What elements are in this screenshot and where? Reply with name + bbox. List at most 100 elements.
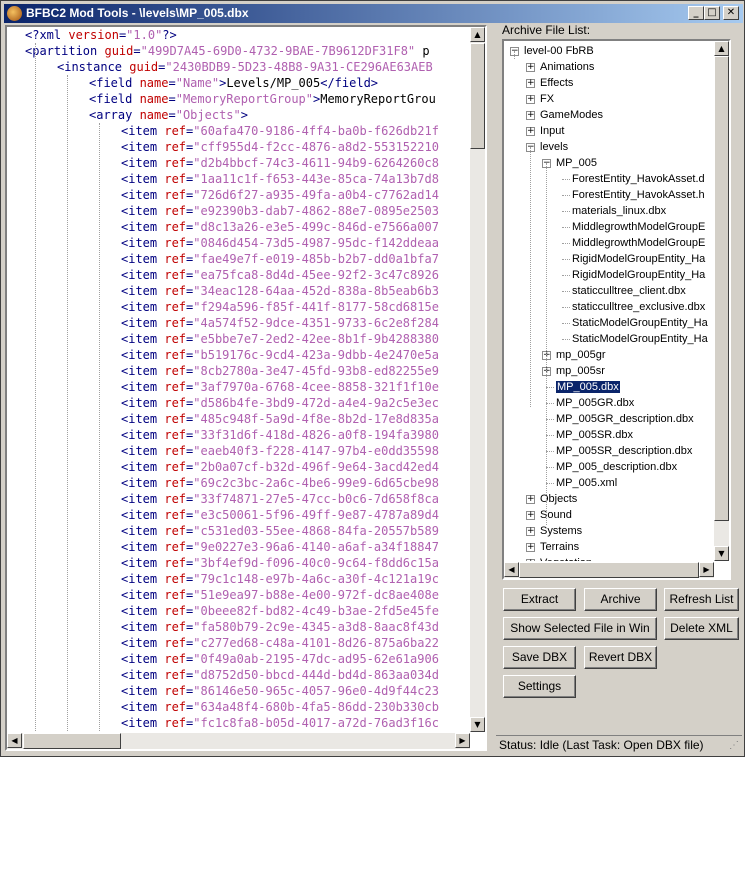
- tree-horizontal-scrollbar[interactable]: ◀ ▶: [504, 562, 714, 578]
- tree-node[interactable]: Effects: [540, 75, 573, 91]
- tree-vertical-scrollbar[interactable]: ▲ ▼: [714, 41, 729, 561]
- tree-node[interactable]: Sound: [540, 507, 572, 523]
- tree-connector: [546, 419, 554, 420]
- code-line: <item ref="69c2c3bc-2a6c-4be6-99e9-6d65c…: [121, 475, 439, 491]
- code-token: ref: [164, 396, 187, 410]
- expand-icon[interactable]: +: [526, 527, 535, 536]
- tree-node[interactable]: MP_005: [556, 155, 597, 171]
- tree-node[interactable]: MP_005GR.dbx: [556, 395, 634, 411]
- revert-dbx-button[interactable]: Revert DBX: [584, 646, 657, 669]
- tree-node[interactable]: Systems: [540, 523, 582, 539]
- tree-node[interactable]: MP_005SR_description.dbx: [556, 443, 692, 459]
- code-line: <item ref="485c948f-5a9d-4f8e-8b2d-17e8d…: [121, 411, 439, 427]
- expand-icon[interactable]: +: [526, 111, 535, 120]
- tree-scroll-up-icon[interactable]: ▲: [714, 41, 729, 56]
- archive-tree[interactable]: − level-00 FbRB + Animations + Effects + FX + Gam…: [502, 39, 731, 580]
- tree-node[interactable]: FX: [540, 91, 554, 107]
- expand-icon[interactable]: +: [526, 127, 535, 136]
- editor-horizontal-scrollbar[interactable]: ◀ ▶: [7, 733, 470, 749]
- code-token: ref: [164, 492, 187, 506]
- code-token: "499D7A45-69D0-4732-9BAE-7B9612DF31F8": [140, 44, 416, 58]
- code-token: "fc1c8fa8-b05d-4017-a72d-76ad3f16c: [193, 716, 439, 730]
- app-icon: [7, 6, 22, 21]
- tree-node[interactable]: RigidModelGroupEntity_Ha: [572, 267, 705, 283]
- tree-node[interactable]: MP_005_description.dbx: [556, 459, 677, 475]
- code-token: "33f74871-27e5-47cc-b0c6-7d658f8ca: [193, 492, 439, 506]
- tree-node[interactable]: Animations: [540, 59, 594, 75]
- code-token: "3af7970a-6768-4cee-8858-321f1f10e: [193, 380, 439, 394]
- maximize-button[interactable]: □: [704, 6, 720, 20]
- title-bar[interactable]: BFBC2 Mod Tools - \levels\MP_005.dbx _ □…: [4, 4, 743, 23]
- editor-vertical-scrollbar[interactable]: ▲ ▼: [470, 27, 485, 732]
- expand-icon[interactable]: +: [526, 95, 535, 104]
- tree-node[interactable]: MP_005SR.dbx: [556, 427, 633, 443]
- editor-vscroll-thumb[interactable]: [470, 43, 485, 149]
- code-token: <item: [121, 636, 165, 650]
- resize-grip-icon[interactable]: ⋰: [729, 736, 739, 755]
- expand-icon[interactable]: +: [526, 543, 535, 552]
- xml-code-area[interactable]: <?xml version="1.0"?> <partition guid="49…: [7, 27, 470, 732]
- tree-scroll-right-icon[interactable]: ▶: [699, 562, 714, 577]
- tree-node[interactable]: staticculltree_exclusive.dbx: [572, 299, 705, 315]
- code-line: <item ref="33f31d6f-418d-4826-a0f8-194fa…: [121, 427, 439, 443]
- code-token: <item: [121, 652, 165, 666]
- archive-button[interactable]: Archive: [584, 588, 657, 611]
- code-token: <item: [121, 204, 165, 218]
- code-token: <item: [121, 396, 165, 410]
- expand-icon[interactable]: +: [526, 559, 535, 561]
- tree-node[interactable]: staticculltree_client.dbx: [572, 283, 686, 299]
- close-button[interactable]: ✕: [723, 6, 739, 20]
- tree-node[interactable]: Vegetation: [540, 555, 592, 561]
- tree-node[interactable]: MiddlegrowthModelGroupE: [572, 235, 705, 251]
- delete-xml-button[interactable]: Delete XML: [664, 617, 739, 640]
- tree-node-label: StaticModelGroupEntity_Ha: [572, 317, 708, 329]
- tree-node[interactable]: level-00 FbRB: [524, 43, 594, 59]
- tree-node[interactable]: mp_005gr: [556, 347, 606, 363]
- expand-icon[interactable]: +: [526, 79, 535, 88]
- tree-node-label: Sound: [540, 509, 572, 521]
- tree-node[interactable]: ForestEntity_HavokAsset.d: [572, 171, 705, 187]
- refresh-list-button[interactable]: Refresh List: [664, 588, 739, 611]
- tree-node[interactable]: Input: [540, 123, 564, 139]
- tree-node-label: MP_005_description.dbx: [556, 461, 678, 473]
- code-line: <item ref="fae49e7f-e019-485b-b2b7-dd0a1…: [121, 251, 439, 267]
- tree-node-label: MP_005.xml: [556, 477, 618, 489]
- scroll-up-icon[interactable]: ▲: [470, 27, 485, 42]
- tree-node[interactable]: MP_005.dbx: [555, 379, 621, 395]
- expand-icon[interactable]: +: [526, 495, 535, 504]
- tree-node[interactable]: MP_005GR_description.dbx: [556, 411, 694, 427]
- code-token: "Name": [175, 76, 220, 90]
- tree-node[interactable]: ForestEntity_HavokAsset.h: [572, 187, 705, 203]
- tree-node[interactable]: materials_linux.dbx: [572, 203, 666, 219]
- code-line: <item ref="8cb2780a-3e47-45fd-93b8-ed822…: [121, 363, 439, 379]
- expand-icon[interactable]: +: [526, 511, 535, 520]
- tree-vscroll-thumb[interactable]: [714, 56, 729, 521]
- tree-node[interactable]: levels: [540, 139, 568, 155]
- xml-editor[interactable]: <?xml version="1.0"?> <partition guid="49…: [5, 25, 487, 751]
- tree-node-label: staticculltree_client.dbx: [572, 285, 686, 297]
- show-selected-file-button[interactable]: Show Selected File in Win: [503, 617, 657, 640]
- tree-node[interactable]: MP_005.xml: [556, 475, 617, 491]
- tree-node[interactable]: GameModes: [540, 107, 603, 123]
- scroll-down-icon[interactable]: ▼: [470, 717, 485, 732]
- tree-scroll-down-icon[interactable]: ▼: [714, 546, 729, 561]
- expand-icon[interactable]: +: [526, 63, 535, 72]
- editor-hscroll-thumb[interactable]: [23, 733, 121, 749]
- tree-node[interactable]: StaticModelGroupEntity_Ha: [572, 315, 708, 331]
- code-token: ref: [164, 444, 187, 458]
- save-dbx-button[interactable]: Save DBX: [503, 646, 576, 669]
- tree-scroll-left-icon[interactable]: ◀: [504, 562, 519, 577]
- tree-node[interactable]: RigidModelGroupEntity_Ha: [572, 251, 705, 267]
- scroll-left-icon[interactable]: ◀: [7, 733, 22, 748]
- archive-tree-nodes[interactable]: − level-00 FbRB + Animations + Effects + FX + Gam…: [504, 41, 714, 561]
- tree-node[interactable]: mp_005sr: [556, 363, 605, 379]
- scroll-right-icon[interactable]: ▶: [455, 733, 470, 748]
- settings-button[interactable]: Settings: [503, 675, 576, 698]
- tree-hscroll-thumb[interactable]: [519, 562, 699, 578]
- tree-node[interactable]: MiddlegrowthModelGroupE: [572, 219, 705, 235]
- tree-node[interactable]: Terrains: [540, 539, 579, 555]
- tree-node[interactable]: StaticModelGroupEntity_Ha: [572, 331, 708, 347]
- minimize-button[interactable]: _: [688, 6, 704, 20]
- extract-button[interactable]: Extract: [503, 588, 576, 611]
- tree-connector: [546, 435, 554, 436]
